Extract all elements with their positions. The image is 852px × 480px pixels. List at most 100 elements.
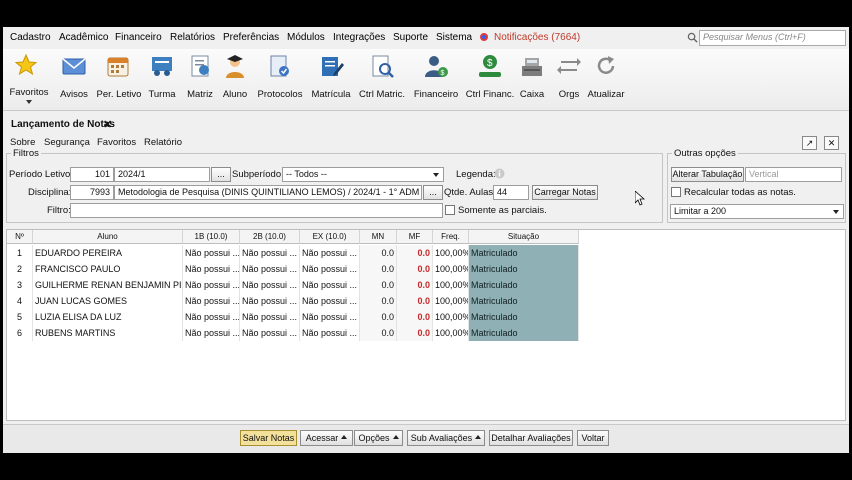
- subnav-relatorio[interactable]: Relatório: [144, 137, 182, 148]
- col-header-situacao[interactable]: Situação: [469, 230, 579, 244]
- menu-suporte[interactable]: Suporte: [393, 32, 428, 43]
- toolbar-atualizar-button[interactable]: [593, 53, 619, 79]
- menu-sistema[interactable]: Sistema: [436, 32, 472, 43]
- cell-mf[interactable]: 0.0: [397, 245, 433, 261]
- cell-numero[interactable]: 4: [7, 293, 33, 309]
- tabulacao-vertical-field[interactable]: Vertical: [745, 167, 842, 182]
- cell-1b[interactable]: Não possui ...: [183, 245, 240, 261]
- acessar-button[interactable]: Acessar: [300, 430, 353, 446]
- cell-situacao[interactable]: Matriculado: [469, 277, 579, 293]
- carregar-notas-button[interactable]: Carregar Notas: [532, 185, 598, 200]
- cell-aluno[interactable]: FRANCISCO PAULO: [33, 261, 183, 277]
- voltar-button[interactable]: Voltar: [577, 430, 609, 446]
- disciplina-value-input[interactable]: Metodologia de Pesquisa (DINIS QUINTILIA…: [114, 185, 422, 200]
- cell-2b[interactable]: Não possui ...: [240, 293, 300, 309]
- tab-lancamento-notas[interactable]: Lançamento de Notas: [11, 119, 115, 130]
- toolbar-favoritos-button[interactable]: [14, 53, 38, 77]
- cell-situacao[interactable]: Matriculado: [469, 325, 579, 341]
- col-header-mf[interactable]: MF: [397, 230, 433, 244]
- menu-preferencias[interactable]: Preferências: [223, 32, 279, 43]
- popout-icon[interactable]: ↗: [802, 136, 817, 150]
- cell-ex[interactable]: Não possui ...: [300, 261, 360, 277]
- toolbar-ctrl-matric-button[interactable]: [369, 53, 395, 79]
- cell-mn[interactable]: 0.0: [360, 277, 397, 293]
- col-header-2b[interactable]: 2B (10.0): [240, 230, 300, 244]
- toolbar-ctrl-financ-button[interactable]: $: [477, 53, 503, 79]
- subperiodo-select[interactable]: -- Todos --: [282, 167, 444, 182]
- toolbar-orgs-button[interactable]: [556, 53, 582, 79]
- sub-avaliacoes-button[interactable]: Sub Avaliações: [407, 430, 485, 446]
- cell-aluno[interactable]: GUILHERME RENAN BENJAMIN PIR...: [33, 277, 183, 293]
- cell-2b[interactable]: Não possui ...: [240, 325, 300, 341]
- cell-situacao[interactable]: Matriculado: [469, 309, 579, 325]
- cell-mf[interactable]: 0.0: [397, 309, 433, 325]
- toolbar-financeiro-button[interactable]: $: [423, 53, 449, 79]
- recalcular-checkbox[interactable]: [671, 187, 681, 197]
- periodo-browse-button[interactable]: ...: [211, 167, 231, 182]
- filtro-input[interactable]: [70, 203, 443, 218]
- cell-mn[interactable]: 0.0: [360, 261, 397, 277]
- menu-cadastro[interactable]: Cadastro: [10, 32, 51, 43]
- cell-mf[interactable]: 0.0: [397, 293, 433, 309]
- cell-mf[interactable]: 0.0: [397, 277, 433, 293]
- cell-mf[interactable]: 0.0: [397, 325, 433, 341]
- cell-2b[interactable]: Não possui ...: [240, 261, 300, 277]
- cell-mn[interactable]: 0.0: [360, 309, 397, 325]
- table-row[interactable]: 4 JUAN LUCAS GOMES Não possui ... Não possu…: [7, 293, 579, 309]
- cell-ex[interactable]: Não possui ...: [300, 245, 360, 261]
- periodo-value-input[interactable]: 2024/1: [114, 167, 210, 182]
- cell-freq[interactable]: 100,00%: [433, 277, 469, 293]
- table-row[interactable]: 6 RUBENS MARTINS Não possui ... Não possui …: [7, 325, 579, 341]
- toolbar-matricula-button[interactable]: [318, 53, 344, 79]
- toolbar-turma-button[interactable]: [149, 53, 175, 79]
- cell-numero[interactable]: 3: [7, 277, 33, 293]
- cell-2b[interactable]: Não possui ...: [240, 245, 300, 261]
- detalhar-avaliacoes-button[interactable]: Detalhar Avaliações: [489, 430, 573, 446]
- menu-integracoes[interactable]: Integrações: [333, 32, 385, 43]
- table-row[interactable]: 5 LUZIA ELISA DA LUZ Não possui ... Não pos…: [7, 309, 579, 325]
- cell-freq[interactable]: 100,00%: [433, 309, 469, 325]
- cell-freq[interactable]: 100,00%: [433, 293, 469, 309]
- toolbar-protocolos-button[interactable]: [266, 53, 292, 79]
- cell-aluno[interactable]: JUAN LUCAS GOMES: [33, 293, 183, 309]
- cell-numero[interactable]: 1: [7, 245, 33, 261]
- qtde-aulas-input[interactable]: 44: [493, 185, 529, 200]
- table-row[interactable]: 1 EDUARDO PEREIRA Não possui ... Não possui…: [7, 245, 579, 261]
- menu-notificacoes[interactable]: Notificações (7664): [494, 32, 580, 43]
- cell-mn[interactable]: 0.0: [360, 293, 397, 309]
- col-header-freq[interactable]: Freq.: [433, 230, 469, 244]
- menu-relatorios[interactable]: Relatórios: [170, 32, 215, 43]
- cell-freq[interactable]: 100,00%: [433, 245, 469, 261]
- toolbar-matriz-button[interactable]: [187, 53, 213, 79]
- cell-situacao[interactable]: Matriculado: [469, 245, 579, 261]
- toolbar-caixa-button[interactable]: [519, 53, 545, 79]
- cell-numero[interactable]: 6: [7, 325, 33, 341]
- subnav-seguranca[interactable]: Segurança: [44, 137, 90, 148]
- toolbar-per-letivo-button[interactable]: [105, 53, 131, 79]
- cell-freq[interactable]: 100,00%: [433, 261, 469, 277]
- cell-ex[interactable]: Não possui ...: [300, 293, 360, 309]
- somente-parciais-checkbox[interactable]: [445, 205, 455, 215]
- menu-academico[interactable]: Acadêmico: [59, 32, 108, 43]
- table-row[interactable]: 2 FRANCISCO PAULO Não possui ... Não possui…: [7, 261, 579, 277]
- cell-ex[interactable]: Não possui ...: [300, 309, 360, 325]
- cell-numero[interactable]: 5: [7, 309, 33, 325]
- cell-aluno[interactable]: LUZIA ELISA DA LUZ: [33, 309, 183, 325]
- subnav-favoritos[interactable]: Favoritos: [97, 137, 136, 148]
- cell-mn[interactable]: 0.0: [360, 245, 397, 261]
- salvar-notas-button[interactable]: Salvar Notas: [240, 430, 297, 446]
- cell-situacao[interactable]: Matriculado: [469, 261, 579, 277]
- cell-numero[interactable]: 2: [7, 261, 33, 277]
- alterar-tabulacao-button[interactable]: Alterar Tabulação: [671, 167, 744, 182]
- col-header-aluno[interactable]: Aluno: [33, 230, 183, 244]
- col-header-ex[interactable]: EX (10.0): [300, 230, 360, 244]
- menu-financeiro[interactable]: Financeiro: [115, 32, 162, 43]
- cell-mf[interactable]: 0.0: [397, 261, 433, 277]
- col-header-mn[interactable]: MN: [360, 230, 397, 244]
- cell-1b[interactable]: Não possui ...: [183, 309, 240, 325]
- disciplina-browse-button[interactable]: ...: [423, 185, 443, 200]
- periodo-code-input[interactable]: 101: [70, 167, 114, 182]
- toolbar-aluno-button[interactable]: [222, 53, 248, 79]
- disciplina-code-input[interactable]: 7993: [70, 185, 114, 200]
- cell-ex[interactable]: Não possui ...: [300, 325, 360, 341]
